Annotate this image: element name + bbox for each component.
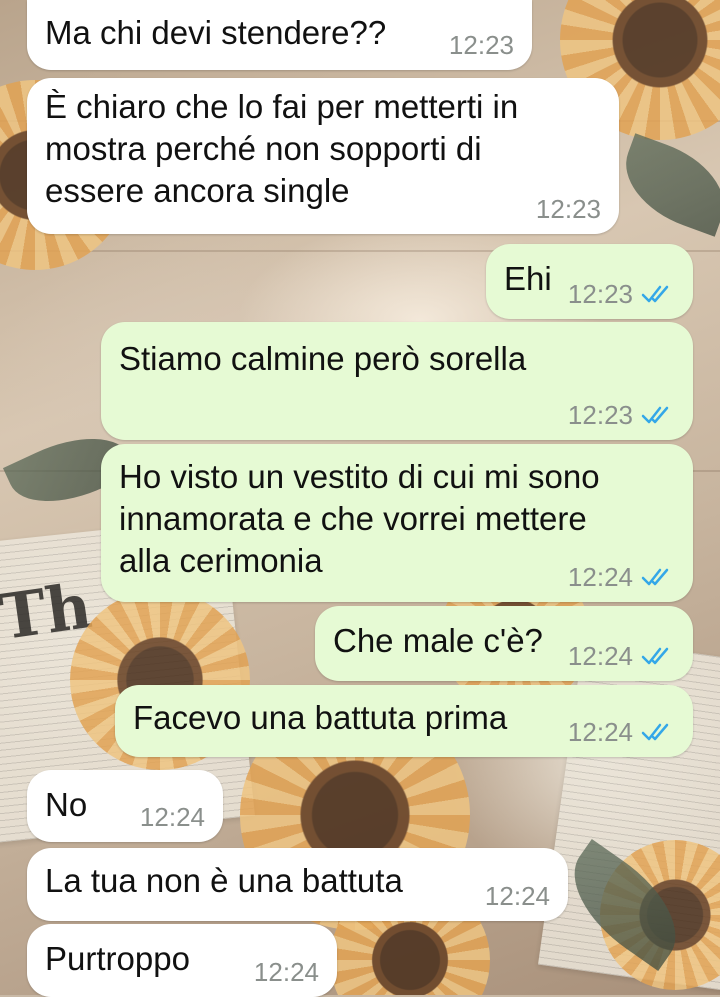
message-time: 12:24 <box>139 802 205 832</box>
message-incoming[interactable]: Ma chi devi stendere?? 12:23 <box>27 0 532 70</box>
message-outgoing[interactable]: Ho visto un vestito di cui mi sono innamo… <box>101 444 693 602</box>
message-incoming[interactable]: No 12:24 <box>27 770 223 842</box>
double-check-icon <box>641 285 669 303</box>
message-time: 12:24 <box>567 641 633 671</box>
message-time: 12:23 <box>567 400 633 430</box>
double-check-icon <box>641 568 669 586</box>
message-text: Purtroppo <box>45 940 190 977</box>
message-text: Ho visto un vestito di cui mi sono innamo… <box>119 458 600 579</box>
double-check-icon <box>641 406 669 424</box>
double-check-icon <box>641 647 669 665</box>
message-text: Che male c'è? <box>333 622 543 659</box>
message-text: Stiamo calmine però sorella <box>119 340 527 377</box>
message-outgoing[interactable]: Stiamo calmine però sorella 12:23 <box>101 322 693 440</box>
message-outgoing[interactable]: Che male c'è? 12:24 <box>315 606 693 681</box>
message-time: 12:24 <box>484 881 550 911</box>
message-text: No <box>45 786 88 823</box>
message-outgoing[interactable]: Facevo una battuta prima 12:24 <box>115 685 693 757</box>
message-time: 12:23 <box>535 194 601 224</box>
message-time: 12:23 <box>567 279 633 309</box>
double-check-icon <box>641 723 669 741</box>
message-text: Ehi <box>504 260 552 297</box>
message-outgoing[interactable]: Ehi 12:23 <box>486 244 693 319</box>
message-text: Facevo una battuta prima <box>133 699 508 736</box>
message-incoming[interactable]: Purtroppo 12:24 <box>27 924 337 997</box>
message-text: È chiaro che lo fai per metterti in mostr… <box>45 88 519 209</box>
message-text: La tua non è una battuta <box>45 862 403 899</box>
message-incoming[interactable]: La tua non è una battuta 12:24 <box>27 848 568 921</box>
message-time: 12:24 <box>567 562 633 592</box>
message-time: 12:24 <box>253 957 319 987</box>
message-time: 12:24 <box>567 717 633 747</box>
message-text: Ma chi devi stendere?? <box>45 14 387 51</box>
message-time: 12:23 <box>448 30 514 60</box>
message-incoming[interactable]: È chiaro che lo fai per metterti in mostr… <box>27 78 619 234</box>
